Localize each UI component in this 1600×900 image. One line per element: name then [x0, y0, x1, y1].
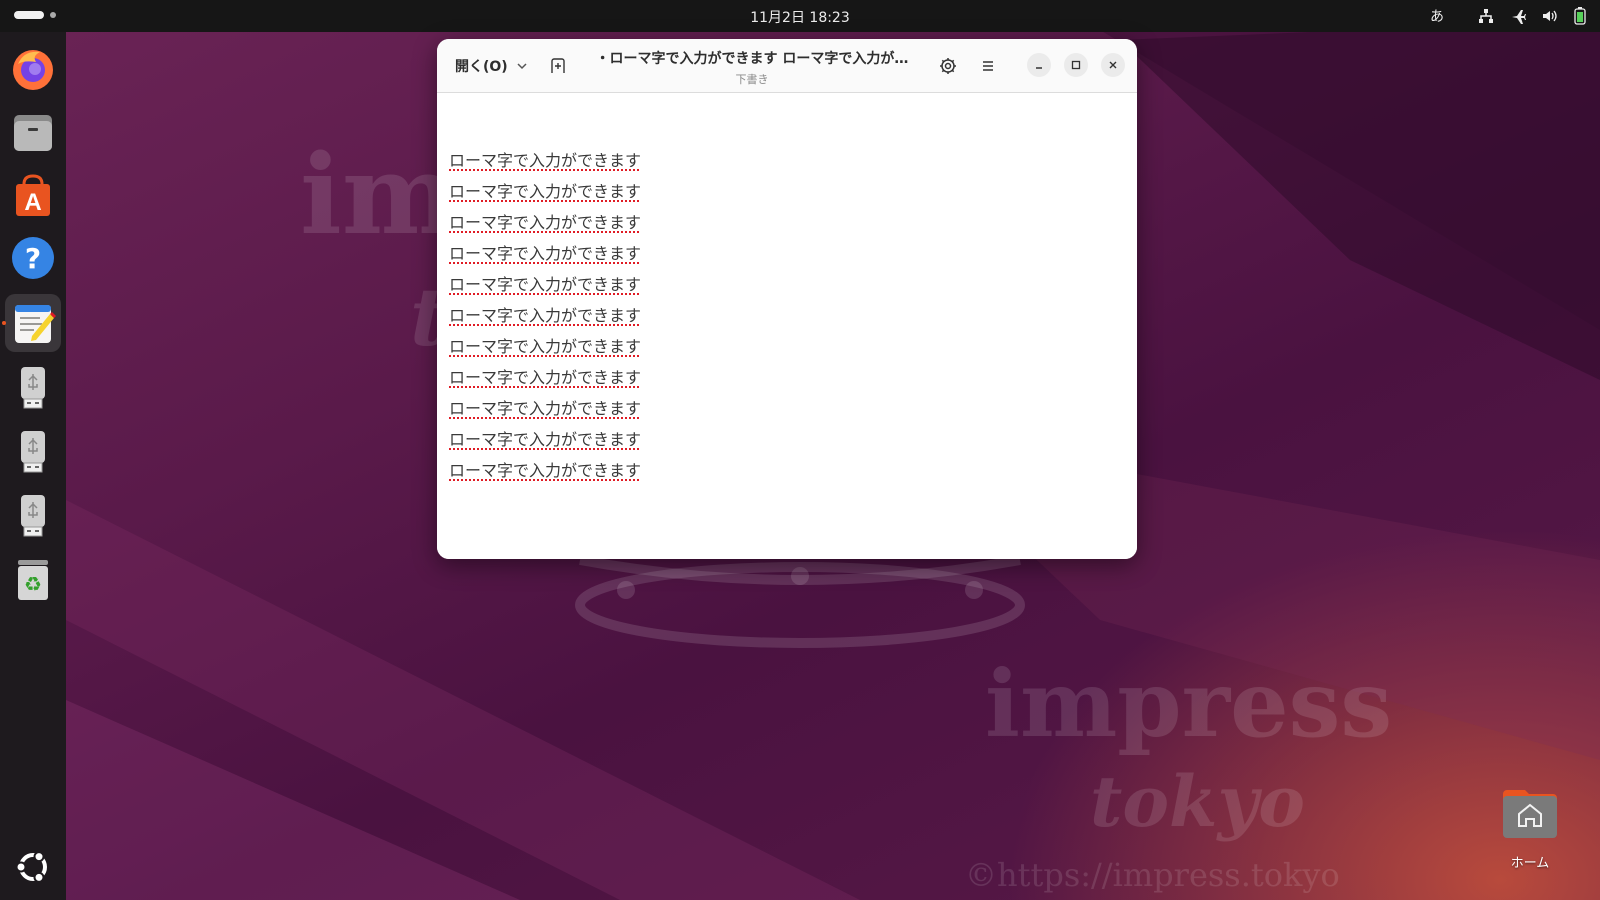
clock[interactable]: 11月2日 18:23 — [750, 10, 850, 26]
gear-icon — [940, 58, 956, 74]
text-line: ローマ字で入力ができます — [449, 244, 642, 263]
usb-drive-icon — [21, 367, 45, 409]
clock-container: 11月2日 18:23 — [0, 7, 1600, 27]
show-apps-button[interactable] — [5, 838, 61, 896]
svg-text:A: A — [24, 189, 41, 216]
watermark-impress-right: impress — [985, 650, 1393, 758]
help-icon: ? — [12, 237, 54, 279]
battery-icon — [1574, 7, 1586, 25]
dock-item-usb-drive-2[interactable] — [5, 422, 61, 480]
running-indicator — [2, 321, 6, 325]
dock-item-usb-drive-1[interactable] — [5, 358, 61, 416]
title-block: ・ローマ字で入力ができます ローマ字で入力が… 下書き — [587, 48, 917, 87]
dock-item-text-editor[interactable] — [5, 294, 61, 352]
close-button[interactable] — [1101, 53, 1125, 77]
text-line: ローマ字で入力ができます — [449, 430, 642, 449]
text-line: ローマ字で入力ができます — [449, 337, 642, 356]
hamburger-menu-icon — [983, 61, 993, 71]
text-line: ローマ字で入力ができます — [449, 213, 642, 232]
maximize-button[interactable] — [1064, 53, 1088, 77]
dock-item-trash[interactable]: ♻ — [5, 550, 61, 608]
input-method-indicator[interactable]: あ — [1430, 6, 1444, 26]
text-editor-area[interactable]: ローマ字で入力ができます ローマ字で入力ができます ローマ字で入力ができます ロ… — [437, 93, 1137, 559]
watermark-tokyo-right: tokyo — [1090, 760, 1305, 843]
top-bar: 11月2日 18:23 あ — [0, 0, 1600, 32]
text-line: ローマ字で入力ができます — [449, 368, 642, 387]
firefox-icon — [13, 50, 53, 90]
activities-button[interactable] — [14, 11, 56, 19]
open-button[interactable]: 開く(O) — [447, 51, 536, 81]
close-icon — [1109, 61, 1117, 69]
settings-button[interactable] — [933, 51, 963, 81]
workspace-inactive-indicator — [50, 12, 56, 18]
usb-drive-icon — [21, 495, 45, 537]
new-tab-icon — [551, 58, 565, 73]
chevron-down-icon — [517, 63, 527, 70]
main-menu-button[interactable] — [973, 51, 1003, 81]
desktop-home-icon[interactable]: ホーム — [1490, 788, 1570, 871]
files-icon — [14, 115, 52, 151]
dock-item-help[interactable]: ? — [5, 229, 61, 287]
airplane-mode-icon — [1510, 8, 1526, 24]
new-tab-button[interactable] — [542, 51, 574, 81]
minimize-icon — [1036, 67, 1042, 69]
svg-text:♻: ♻ — [24, 572, 42, 596]
text-line: ローマ字で入力ができます — [449, 306, 642, 325]
header-bar: 開く(O) ・ローマ字で入力ができます ローマ字で入力が… 下書き — [437, 39, 1137, 93]
open-button-label: 開く(O) — [455, 59, 508, 75]
app-center-icon: A — [16, 174, 50, 216]
text-line: ローマ字で入力ができます — [449, 399, 642, 418]
dock: A ? ♻ — [0, 32, 66, 900]
text-editor-icon — [15, 305, 56, 343]
text-line: ローマ字で入力ができます — [449, 275, 642, 294]
document-title: ・ローマ字で入力ができます ローマ字で入力が… — [595, 51, 909, 67]
ubuntu-logo-icon — [15, 851, 47, 883]
dock-item-files[interactable] — [5, 103, 61, 161]
dock-item-app-center[interactable]: A — [5, 166, 61, 224]
dock-item-firefox[interactable] — [5, 40, 61, 98]
trash-icon: ♻ — [18, 560, 48, 600]
maximize-icon — [1071, 60, 1081, 70]
text-line: ローマ字で入力ができます — [449, 461, 642, 480]
text-line: ローマ字で入力ができます — [449, 182, 642, 201]
svg-text:?: ? — [25, 242, 41, 275]
watermark-url: ©https://impress.tokyo — [965, 856, 1340, 894]
document-subtitle: 下書き — [735, 73, 769, 86]
usb-drive-icon — [21, 431, 45, 473]
volume-icon — [1542, 8, 1558, 24]
text-editor-window: 開く(O) ・ローマ字で入力ができます ローマ字で入力が… 下書き ローマ字で入… — [437, 39, 1137, 559]
desktop-home-label: ホーム — [1510, 856, 1550, 871]
text-line: ローマ字で入力ができます — [449, 151, 642, 170]
dock-item-usb-drive-3[interactable] — [5, 486, 61, 544]
system-tray[interactable]: あ — [1430, 0, 1586, 32]
network-icon — [1478, 8, 1494, 24]
minimize-button[interactable] — [1027, 53, 1051, 77]
workspace-active-indicator — [14, 11, 44, 19]
home-folder-icon — [1503, 790, 1557, 838]
